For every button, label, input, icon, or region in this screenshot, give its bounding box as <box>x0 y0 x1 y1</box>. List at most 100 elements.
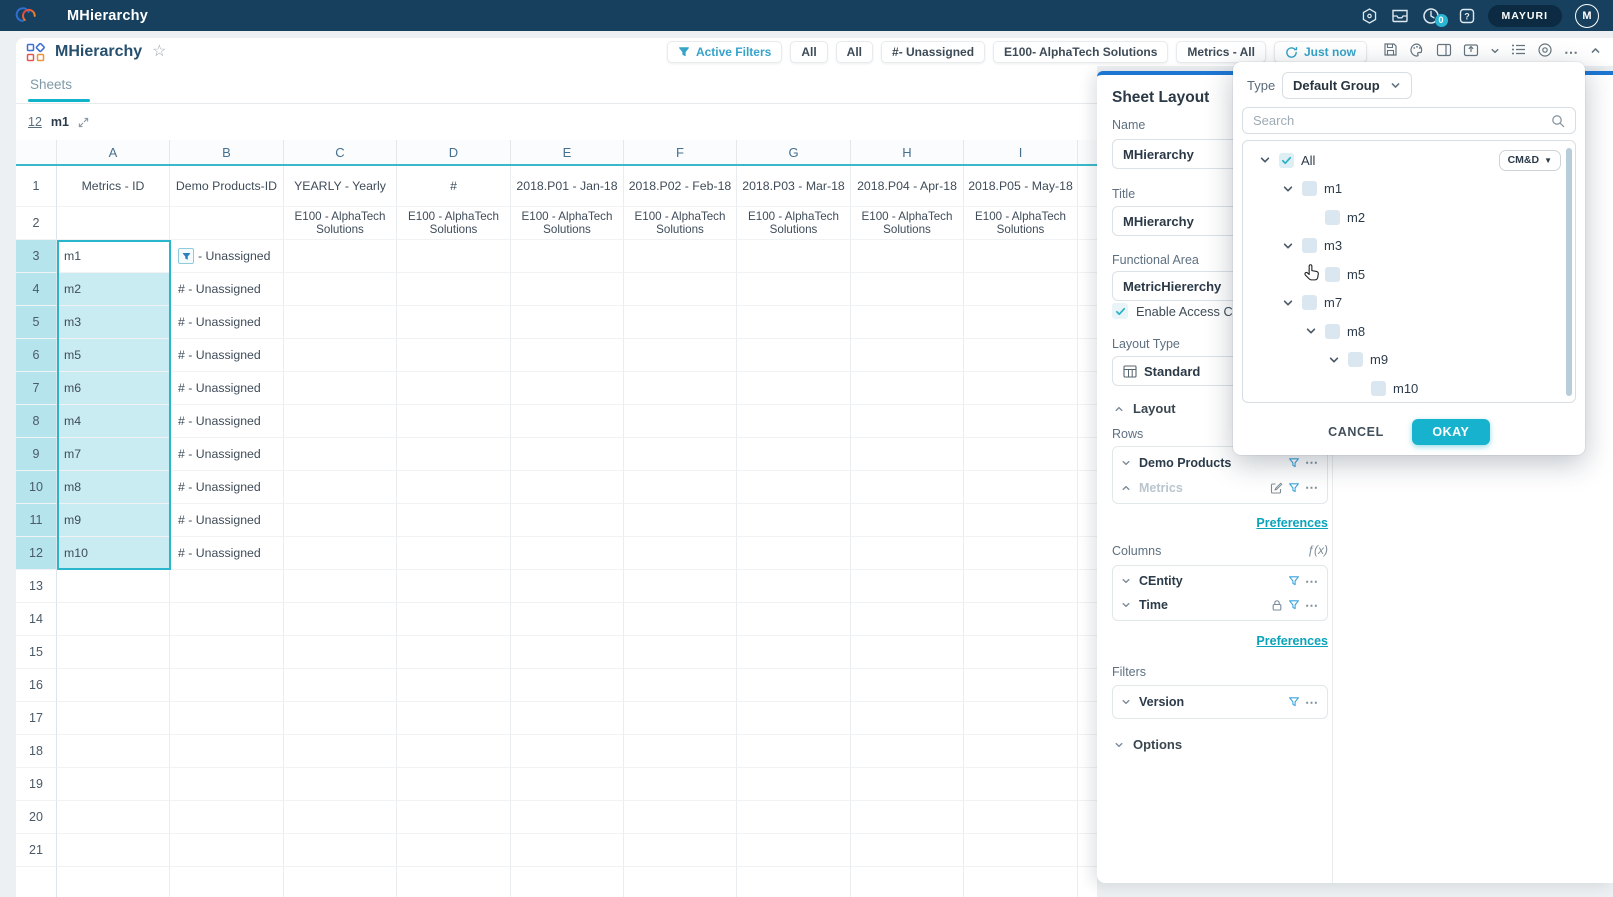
tree-checkbox-m2[interactable] <box>1325 210 1340 225</box>
dimension-row-centity[interactable]: CEntity⋯ <box>1121 569 1319 593</box>
cell-H7[interactable] <box>851 372 964 405</box>
options-section-header[interactable]: Options <box>1114 737 1182 752</box>
cell-E9[interactable] <box>511 438 624 471</box>
cell-A6[interactable]: m5 <box>57 339 170 372</box>
tree-item-all[interactable]: AllCM&D▼ <box>1243 146 1575 175</box>
cell-E[interactable] <box>511 867 624 897</box>
cell-J19[interactable] <box>1078 768 1097 801</box>
cell-B19[interactable] <box>170 768 284 801</box>
cell-A15[interactable] <box>57 636 170 669</box>
row-header-partial[interactable] <box>16 867 57 897</box>
cell-H19[interactable] <box>851 768 964 801</box>
type-dropdown[interactable]: Default Group <box>1282 72 1412 99</box>
sync-status-chip[interactable]: Just now <box>1274 41 1367 63</box>
row-header-16[interactable]: 16 <box>16 669 57 702</box>
cell-C13[interactable] <box>284 570 397 603</box>
cell-G8[interactable] <box>737 405 851 438</box>
column-header-H[interactable]: H <box>851 140 964 164</box>
cell-B13[interactable] <box>170 570 284 603</box>
settings-icon[interactable] <box>1361 7 1378 25</box>
cell-C5[interactable] <box>284 306 397 339</box>
cell-C10[interactable] <box>284 471 397 504</box>
cell-A10[interactable]: m8 <box>57 471 170 504</box>
row-header-12[interactable]: 12 <box>16 537 57 570</box>
cell-C20[interactable] <box>284 801 397 834</box>
filter-chip[interactable]: All <box>836 41 873 63</box>
row-header-9[interactable]: 9 <box>16 438 57 471</box>
cell-I7[interactable] <box>964 372 1078 405</box>
cell-F[interactable] <box>624 867 737 897</box>
cell-J4[interactable] <box>1078 273 1097 306</box>
cell-I20[interactable] <box>964 801 1078 834</box>
row-header-13[interactable]: 13 <box>16 570 57 603</box>
row-header-7[interactable]: 7 <box>16 372 57 405</box>
cell-B2[interactable] <box>170 207 284 240</box>
cell-D16[interactable] <box>397 669 511 702</box>
chevron-down-icon[interactable] <box>1282 240 1294 252</box>
cell-E15[interactable] <box>511 636 624 669</box>
dimension-row-version[interactable]: Version⋯ <box>1121 689 1319 715</box>
cell-C8[interactable] <box>284 405 397 438</box>
cell-D19[interactable] <box>397 768 511 801</box>
cell-G4[interactable] <box>737 273 851 306</box>
cell-G1[interactable]: 2018.P03 - Mar-18 <box>737 166 851 207</box>
cell-E14[interactable] <box>511 603 624 636</box>
cell-A8[interactable]: m4 <box>57 405 170 438</box>
cell-J16[interactable] <box>1078 669 1097 702</box>
formula-fx-icon[interactable]: ƒ(x) <box>1307 543 1328 557</box>
tree-item-m7[interactable]: m7 <box>1243 289 1575 318</box>
filter-chip[interactable]: #- Unassigned <box>881 41 985 63</box>
chevron-down-icon[interactable] <box>1259 154 1271 166</box>
cell-E11[interactable] <box>511 504 624 537</box>
cell-J7[interactable] <box>1078 372 1097 405</box>
search-input[interactable]: Search <box>1242 107 1576 134</box>
cell-H15[interactable] <box>851 636 964 669</box>
cell-H9[interactable] <box>851 438 964 471</box>
cell-G18[interactable] <box>737 735 851 768</box>
cell-I3[interactable] <box>964 240 1078 273</box>
cell-D8[interactable] <box>397 405 511 438</box>
cell-D21[interactable] <box>397 834 511 867</box>
cell-C11[interactable] <box>284 504 397 537</box>
cell-C2[interactable]: E100 - AlphaTech Solutions <box>284 207 397 240</box>
filter-chip[interactable]: Metrics - All <box>1176 41 1266 63</box>
checkbox-checked-icon[interactable] <box>1112 303 1128 319</box>
tree-item-m5[interactable]: m5 <box>1243 260 1575 289</box>
group-badge[interactable]: CM&D▼ <box>1499 150 1561 171</box>
tree-checkbox-m3[interactable] <box>1302 238 1317 253</box>
column-header-D[interactable]: D <box>397 140 511 164</box>
cell-B3[interactable]: - Unassigned <box>170 240 284 273</box>
cell-B[interactable] <box>170 867 284 897</box>
cell-C16[interactable] <box>284 669 397 702</box>
cell-I2[interactable]: E100 - AlphaTech Solutions <box>964 207 1078 240</box>
chevron-down-icon[interactable] <box>1121 576 1131 586</box>
cell-C3[interactable] <box>284 240 397 273</box>
tab-sheets[interactable]: Sheets <box>30 77 72 92</box>
cell-E4[interactable] <box>511 273 624 306</box>
cell-H5[interactable] <box>851 306 964 339</box>
cell-C6[interactable] <box>284 339 397 372</box>
cell-I19[interactable] <box>964 768 1078 801</box>
cell-I16[interactable] <box>964 669 1078 702</box>
cell-F1[interactable]: 2018.P02 - Feb-18 <box>624 166 737 207</box>
cell-B18[interactable] <box>170 735 284 768</box>
cell-G14[interactable] <box>737 603 851 636</box>
cell-C18[interactable] <box>284 735 397 768</box>
cell-H11[interactable] <box>851 504 964 537</box>
cell-B5[interactable]: # - Unassigned <box>170 306 284 339</box>
cell-I6[interactable] <box>964 339 1078 372</box>
cell-I8[interactable] <box>964 405 1078 438</box>
cell-E18[interactable] <box>511 735 624 768</box>
row-header-8[interactable]: 8 <box>16 405 57 438</box>
cell-C[interactable] <box>284 867 397 897</box>
cell-A4[interactable]: m2 <box>57 273 170 306</box>
cell-D13[interactable] <box>397 570 511 603</box>
cell-F15[interactable] <box>624 636 737 669</box>
cell-C14[interactable] <box>284 603 397 636</box>
column-header-next[interactable] <box>1078 140 1097 164</box>
filter-icon[interactable] <box>1288 575 1300 587</box>
cell-D3[interactable] <box>397 240 511 273</box>
cell-A16[interactable] <box>57 669 170 702</box>
cell-B21[interactable] <box>170 834 284 867</box>
cell-B4[interactable]: # - Unassigned <box>170 273 284 306</box>
